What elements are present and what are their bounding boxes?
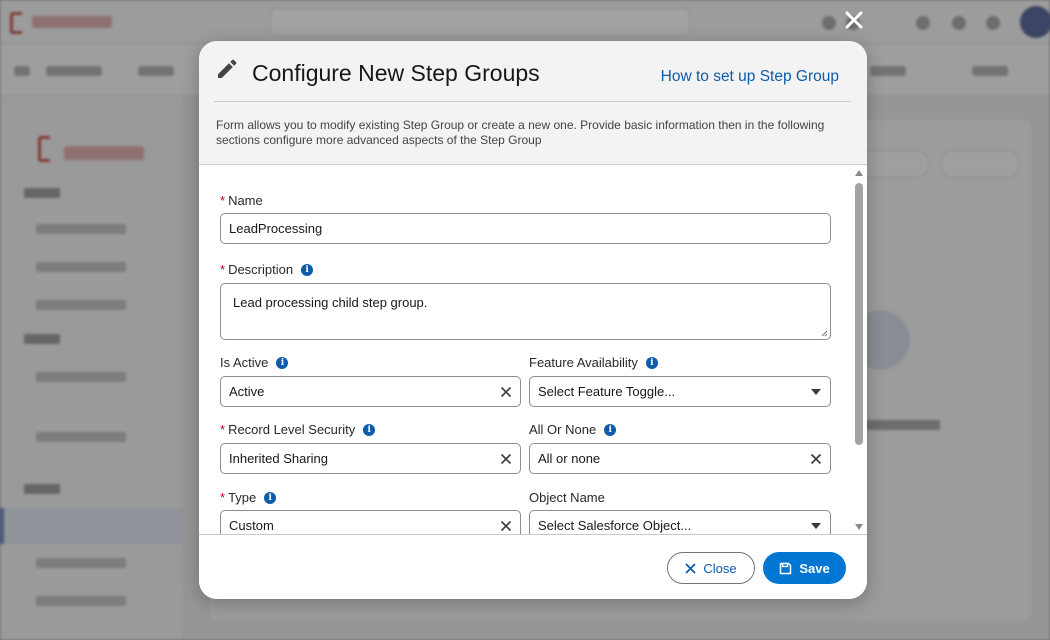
close-button[interactable]: Close <box>667 552 755 584</box>
scrollbar-thumb[interactable] <box>855 183 863 445</box>
object-name-placeholder: Select Salesforce Object... <box>538 518 692 533</box>
modal-scrollbar[interactable] <box>851 166 867 534</box>
info-icon[interactable]: i <box>264 491 277 504</box>
clear-icon[interactable] <box>810 453 822 465</box>
object-name-field: Object Name Select Salesforce Object... <box>529 490 831 534</box>
clear-icon[interactable] <box>500 386 512 398</box>
resize-handle-icon[interactable] <box>821 330 828 337</box>
feature-availability-placeholder: Select Feature Toggle... <box>538 384 676 399</box>
name-input[interactable]: LeadProcessing <box>220 213 831 244</box>
clear-icon[interactable] <box>500 520 512 532</box>
all-or-none-field: All Or None i All or none <box>529 422 831 474</box>
scroll-down-arrow-icon[interactable] <box>855 524 863 530</box>
modal-body[interactable]: * Name LeadProcessing * Description i Le… <box>199 165 867 534</box>
record-level-security-select[interactable]: Inherited Sharing <box>220 443 521 474</box>
is-active-select[interactable]: Active <box>220 376 521 407</box>
modal-header: Configure New Step Groups How to set up … <box>199 41 867 165</box>
description-textarea[interactable]: Lead processing child step group. <box>220 283 831 340</box>
modal-footer: Close Save <box>199 534 867 599</box>
feature-availability-field: Feature Availability i Select Feature To… <box>529 355 831 407</box>
object-name-label: Object Name <box>529 490 605 505</box>
feature-availability-label: Feature Availability <box>529 355 638 370</box>
is-active-label: Is Active <box>220 355 269 370</box>
type-value: Custom <box>229 518 274 533</box>
close-button-label: Close <box>703 560 737 576</box>
required-marker: * <box>220 422 226 437</box>
chevron-down-icon[interactable] <box>811 389 821 395</box>
is-active-field: Is Active i Active <box>220 355 521 407</box>
save-icon <box>780 562 792 574</box>
required-marker: * <box>220 490 226 505</box>
type-field: * Type i Custom <box>220 490 521 534</box>
required-marker: * <box>220 193 226 208</box>
record-level-security-label: Record Level Security <box>228 422 356 437</box>
all-or-none-select[interactable]: All or none <box>529 443 831 474</box>
close-icon <box>685 562 697 574</box>
name-label: Name <box>228 193 263 208</box>
save-button[interactable]: Save <box>763 552 846 584</box>
type-select[interactable]: Custom <box>220 510 521 534</box>
modal-description: Form allows you to modify existing Step … <box>216 118 825 147</box>
clear-icon[interactable] <box>500 453 512 465</box>
description-label: Description <box>228 262 294 277</box>
description-value: Lead processing child step group. <box>233 295 428 310</box>
info-icon[interactable]: i <box>604 423 617 436</box>
name-value: LeadProcessing <box>229 221 323 236</box>
backdrop-close-button[interactable] <box>840 6 868 34</box>
info-icon[interactable]: i <box>276 356 289 369</box>
configure-step-group-modal: Configure New Step Groups How to set up … <box>199 41 867 599</box>
name-field: * Name LeadProcessing <box>220 193 831 245</box>
is-active-value: Active <box>229 384 265 399</box>
all-or-none-label: All Or None <box>529 422 597 437</box>
info-icon[interactable]: i <box>645 356 658 369</box>
record-level-security-field: * Record Level Security i Inherited Shar… <box>220 422 521 474</box>
object-name-select[interactable]: Select Salesforce Object... <box>529 510 831 534</box>
description-field: * Description i Lead processing child st… <box>220 262 831 342</box>
save-button-label: Save <box>799 560 830 576</box>
required-marker: * <box>220 262 226 277</box>
help-link[interactable]: How to set up Step Group <box>661 68 839 86</box>
modal-title: Configure New Step Groups <box>252 60 540 86</box>
pencil-icon <box>218 59 237 78</box>
chevron-down-icon[interactable] <box>811 523 821 529</box>
scroll-up-arrow-icon[interactable] <box>855 170 863 176</box>
record-level-security-value: Inherited Sharing <box>229 451 329 466</box>
info-icon[interactable]: i <box>301 263 314 276</box>
info-icon[interactable]: i <box>363 423 376 436</box>
all-or-none-value: All or none <box>538 451 601 466</box>
close-icon <box>845 11 863 29</box>
feature-availability-select[interactable]: Select Feature Toggle... <box>529 376 831 407</box>
header-divider <box>214 101 851 102</box>
type-label: Type <box>228 490 257 505</box>
